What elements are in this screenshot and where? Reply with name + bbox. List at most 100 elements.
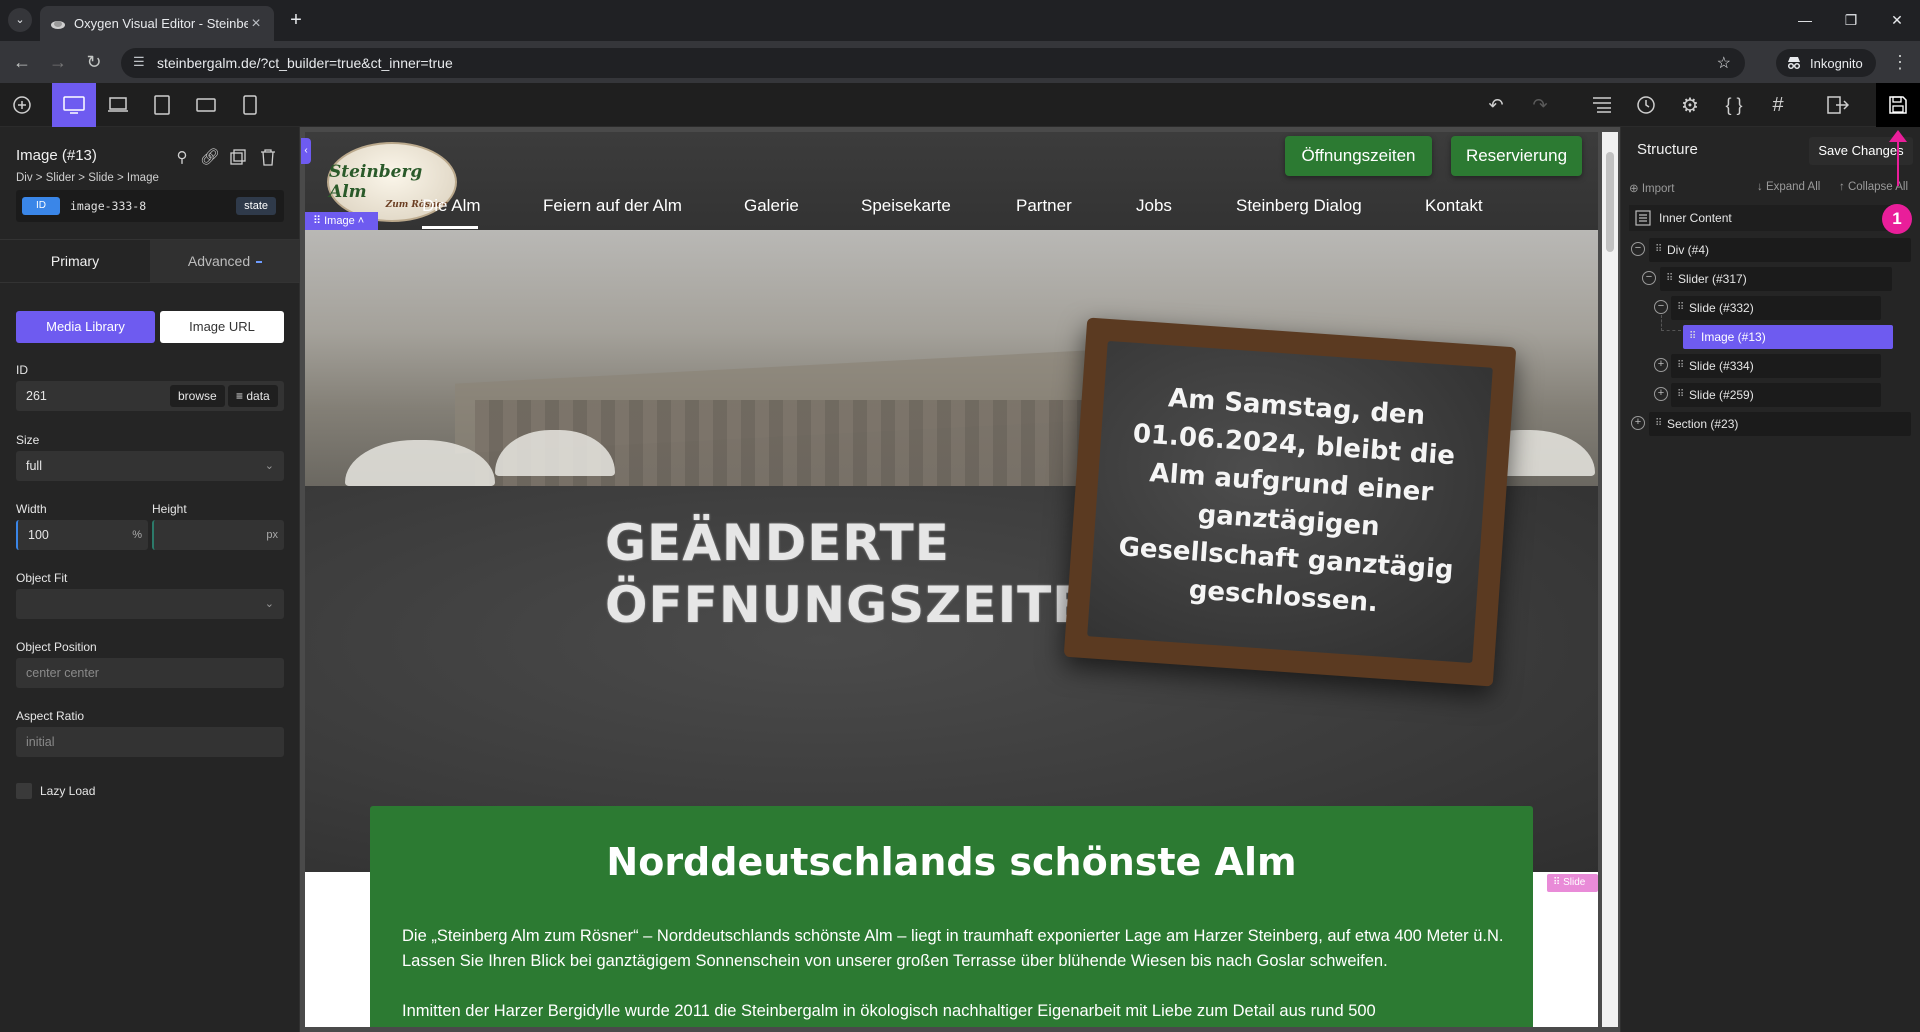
- id-field[interactable]: 261 browse ≡ data: [16, 381, 284, 411]
- settings-gear-icon[interactable]: ⚙: [1668, 83, 1712, 127]
- inner-content-row[interactable]: Inner Content: [1629, 205, 1893, 231]
- collapse-all-label: Collapse All: [1847, 181, 1909, 193]
- nav-feiern[interactable]: Feiern auf der Alm: [543, 196, 682, 216]
- slate-heading-line1: GEÄNDERTE: [605, 514, 950, 572]
- collapse-panel-icon[interactable]: ‹: [301, 138, 311, 164]
- aspect-ratio-input[interactable]: initial: [16, 727, 284, 757]
- tab-primary[interactable]: Primary: [0, 240, 150, 282]
- laptop-view-icon[interactable]: [96, 83, 140, 127]
- hierarchy-icon[interactable]: ⚲: [170, 145, 194, 169]
- collapse-toggle-icon[interactable]: −: [1631, 242, 1645, 256]
- lazy-load-checkbox[interactable]: [16, 783, 32, 799]
- id-label: ID: [16, 363, 28, 377]
- size-select[interactable]: full ⌄: [16, 451, 284, 481]
- exit-editor-icon[interactable]: [1816, 83, 1860, 127]
- desktop-view-icon[interactable]: [52, 83, 96, 127]
- collapse-toggle-icon[interactable]: −: [1642, 271, 1656, 285]
- nav-galerie[interactable]: Galerie: [744, 196, 799, 216]
- expand-toggle-icon[interactable]: +: [1654, 387, 1668, 401]
- duplicate-icon[interactable]: [226, 145, 250, 169]
- history-icon[interactable]: [1624, 83, 1668, 127]
- slide-element-badge[interactable]: ⠿ Slide: [1547, 874, 1598, 892]
- restore-icon[interactable]: ❐: [1828, 8, 1874, 32]
- image-url-button[interactable]: Image URL: [160, 311, 284, 343]
- collapse-toggle-icon[interactable]: −: [1654, 300, 1668, 314]
- nav-jobs[interactable]: Jobs: [1136, 196, 1172, 216]
- expand-all-link[interactable]: ↓ Expand All: [1757, 181, 1820, 193]
- reload-icon[interactable]: ↻: [82, 50, 106, 74]
- tree-node-section[interactable]: ⠿ Section (#23): [1649, 412, 1911, 436]
- object-fit-label: Object Fit: [16, 571, 68, 585]
- drag-grip-icon: ⠿: [1655, 244, 1663, 255]
- height-input[interactable]: px: [152, 520, 284, 550]
- height-label: Height: [152, 502, 187, 516]
- height-unit[interactable]: px: [266, 520, 278, 550]
- delete-trash-icon[interactable]: [256, 145, 280, 169]
- bookmark-star-icon[interactable]: ☆: [1717, 53, 1731, 73]
- site-preview[interactable]: Steinberg Alm Zum Rösner Öffnungszeiten …: [305, 132, 1598, 1027]
- expand-toggle-icon[interactable]: +: [1654, 358, 1668, 372]
- import-link[interactable]: ⊕ Import: [1629, 181, 1674, 195]
- tree-node-image[interactable]: ⠿ Image (#13): [1683, 325, 1893, 349]
- nav-partner[interactable]: Partner: [1016, 196, 1072, 216]
- close-window-icon[interactable]: ✕: [1874, 8, 1920, 32]
- tree-node-slide-332[interactable]: ⠿ Slide (#332): [1671, 296, 1881, 320]
- browser-menu-icon[interactable]: ⋮: [1888, 50, 1912, 74]
- url-bar[interactable]: ☰ steinbergalm.de/?ct_builder=true&ct_in…: [121, 48, 1745, 78]
- redo-icon[interactable]: ↷: [1518, 83, 1562, 127]
- nav-steinberg-dialog[interactable]: Steinberg Dialog: [1236, 196, 1362, 216]
- reservation-button[interactable]: Reservierung: [1451, 136, 1582, 176]
- image-badge-label: Image: [324, 215, 355, 227]
- data-button[interactable]: ≡ data: [228, 385, 278, 407]
- incognito-badge[interactable]: Inkognito: [1776, 49, 1876, 77]
- import-icon: ⊕: [1629, 183, 1642, 195]
- breadcrumb[interactable]: Div > Slider > Slide > Image: [16, 172, 159, 184]
- opening-hours-button[interactable]: Öffnungszeiten: [1285, 136, 1432, 176]
- tab-search-button[interactable]: ⌄: [8, 8, 32, 32]
- tree-node-label: Section (#23): [1667, 417, 1739, 431]
- width-unit[interactable]: %: [132, 520, 142, 550]
- nav-kontakt[interactable]: Kontakt: [1425, 196, 1483, 216]
- incognito-label: Inkognito: [1810, 55, 1863, 71]
- code-braces-icon[interactable]: { }: [1712, 83, 1756, 127]
- object-position-label: Object Position: [16, 640, 97, 654]
- back-icon[interactable]: ←: [10, 50, 34, 74]
- minimize-icon[interactable]: —: [1782, 8, 1828, 32]
- properties-panel: Image (#13) Div > Slider > Slide > Image…: [0, 127, 300, 1032]
- object-position-input[interactable]: center center: [16, 658, 284, 688]
- image-element-badge[interactable]: ⠿ Image ˄: [305, 212, 378, 230]
- tab-advanced[interactable]: Advanced: [150, 240, 300, 282]
- selector-type-tag[interactable]: ID: [22, 197, 60, 215]
- forward-icon[interactable]: →: [46, 50, 70, 74]
- link-icon[interactable]: 🔗︎: [198, 145, 222, 169]
- object-fit-select[interactable]: ⌄: [16, 589, 284, 619]
- width-input[interactable]: 100 %: [16, 520, 148, 550]
- grid-hash-icon[interactable]: #: [1756, 83, 1800, 127]
- arrow-up-icon: ↑: [1839, 181, 1848, 193]
- tablet-landscape-view-icon[interactable]: [184, 83, 228, 127]
- tablet-view-icon[interactable]: [140, 83, 184, 127]
- undo-icon[interactable]: ↶: [1474, 83, 1518, 127]
- browse-button[interactable]: browse: [170, 385, 225, 407]
- nav-speisekarte[interactable]: Speisekarte: [861, 196, 951, 216]
- state-button[interactable]: state: [236, 197, 276, 215]
- arrow-down-icon: ↓: [1757, 181, 1766, 193]
- close-tab-icon[interactable]: ×: [248, 15, 264, 33]
- canvas-scrollbar[interactable]: [1602, 132, 1618, 1027]
- selector-box[interactable]: ID image-333-8 state: [16, 190, 284, 222]
- site-info-icon[interactable]: ☰: [133, 54, 151, 72]
- add-element-icon[interactable]: [0, 83, 44, 127]
- structure-toggle-icon[interactable]: [1580, 83, 1624, 127]
- new-tab-button[interactable]: +: [284, 8, 308, 32]
- tree-node-slider[interactable]: ⠿ Slider (#317): [1660, 267, 1892, 291]
- tree-node-div[interactable]: ⠿ Div (#4): [1649, 238, 1911, 262]
- save-icon[interactable]: [1876, 83, 1920, 127]
- media-library-button[interactable]: Media Library: [16, 311, 155, 343]
- tree-node-slide-259[interactable]: ⠿ Slide (#259): [1671, 383, 1881, 407]
- mobile-view-icon[interactable]: [228, 83, 272, 127]
- tree-node-slide-334[interactable]: ⠿ Slide (#334): [1671, 354, 1881, 378]
- nav-die-alm[interactable]: Die Alm: [422, 196, 481, 216]
- scrollbar-thumb[interactable]: [1606, 152, 1614, 252]
- expand-toggle-icon[interactable]: +: [1631, 416, 1645, 430]
- browser-tab[interactable]: Oxygen Visual Editor - Steinber ×: [40, 6, 274, 41]
